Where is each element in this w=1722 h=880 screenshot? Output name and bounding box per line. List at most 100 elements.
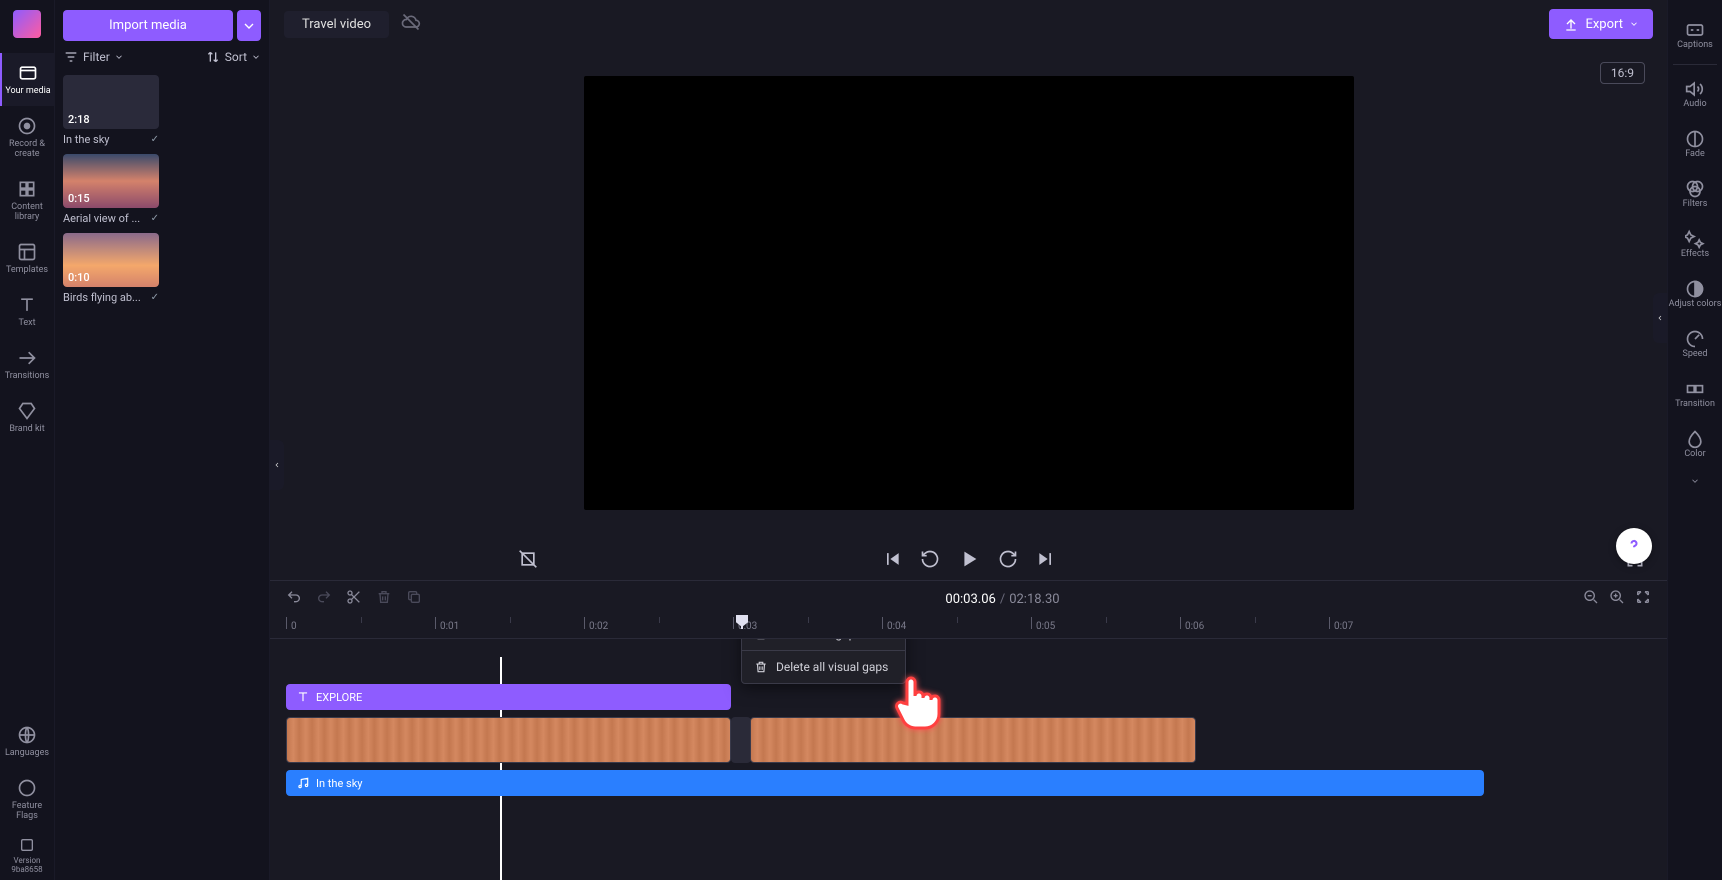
text-icon bbox=[296, 690, 310, 704]
forward-icon bbox=[998, 549, 1018, 569]
nav-text[interactable]: Text bbox=[0, 285, 54, 338]
prop-fade[interactable]: Fade bbox=[1668, 119, 1722, 169]
ruler-tick: 0 bbox=[286, 617, 297, 629]
zoom-out-icon bbox=[1583, 589, 1599, 605]
export-label: Export bbox=[1585, 17, 1623, 32]
prop-captions[interactable]: Captions bbox=[1668, 10, 1722, 60]
sort-button[interactable]: Sort bbox=[205, 49, 261, 65]
filter-icon bbox=[63, 49, 79, 65]
play-button[interactable] bbox=[958, 548, 980, 570]
prop-effects[interactable]: Effects bbox=[1668, 219, 1722, 269]
timeline-tracks[interactable]: EXPLORE In the sky Delete this gapDelete… bbox=[270, 639, 1667, 880]
music-icon bbox=[296, 776, 310, 790]
context-menu: Delete this gapDelete all visual gaps bbox=[741, 639, 906, 684]
video-track bbox=[270, 717, 1667, 763]
import-media-button[interactable]: Import media bbox=[63, 10, 233, 41]
prop-filters[interactable]: Filters bbox=[1668, 169, 1722, 219]
skip-forward-icon bbox=[1036, 549, 1056, 569]
ruler-tick: 0:02 bbox=[584, 617, 608, 629]
redo-button[interactable] bbox=[316, 589, 332, 609]
audio-clip[interactable]: In the sky bbox=[286, 770, 1484, 796]
media-icon bbox=[18, 63, 38, 83]
prop-label: Effects bbox=[1681, 249, 1709, 259]
crop-button[interactable] bbox=[518, 549, 538, 569]
nav-version[interactable]: Version 9ba8658 bbox=[0, 831, 54, 880]
prop-color[interactable]: Color bbox=[1668, 419, 1722, 469]
media-item[interactable]: 0:15 Aerial view of ... ✓ bbox=[63, 154, 159, 225]
ruler-tick: 0:07 bbox=[1329, 617, 1353, 629]
zoom-out-button[interactable] bbox=[1583, 589, 1599, 609]
filters-icon bbox=[1685, 179, 1705, 199]
nav-feature-flags[interactable]: Feature Flags bbox=[0, 768, 54, 831]
text-icon bbox=[17, 295, 37, 315]
media-item[interactable]: 2:18 In the sky ✓ bbox=[63, 75, 159, 146]
prop-audio[interactable]: Audio bbox=[1668, 69, 1722, 119]
prop-speed[interactable]: Speed bbox=[1668, 319, 1722, 369]
media-thumbnail[interactable]: 2:18 bbox=[63, 75, 159, 129]
media-panel-collapse[interactable] bbox=[270, 440, 284, 490]
text-track: EXPLORE bbox=[270, 684, 1667, 710]
center-area: Travel video Export 16:9 bbox=[270, 0, 1667, 880]
prop-transition[interactable]: Transition bbox=[1668, 369, 1722, 419]
media-panel: Import media Filter Sort 2:18 In the sky… bbox=[55, 0, 270, 880]
trash-icon bbox=[754, 660, 768, 674]
media-item[interactable]: 0:10 Birds flying ab... ✓ bbox=[63, 233, 159, 304]
text-clip-label: EXPLORE bbox=[316, 691, 362, 704]
check-icon: ✓ bbox=[151, 134, 159, 145]
prop-more[interactable] bbox=[1688, 471, 1702, 490]
chevron-down-icon bbox=[241, 18, 257, 34]
nav-content-library[interactable]: Content library bbox=[0, 169, 54, 232]
sort-label: Sort bbox=[225, 50, 247, 64]
export-button[interactable]: Export bbox=[1549, 9, 1653, 39]
filter-button[interactable]: Filter bbox=[63, 49, 124, 65]
project-name-input[interactable]: Travel video bbox=[284, 11, 389, 38]
media-thumbnail[interactable]: 0:10 bbox=[63, 233, 159, 287]
app-logo[interactable] bbox=[13, 10, 41, 38]
chevron-down-icon bbox=[114, 52, 124, 62]
split-button[interactable] bbox=[346, 589, 362, 609]
timeline-ruler[interactable]: 00:010:020:030:040:050:060:07 bbox=[270, 617, 1667, 639]
menu-delete-all-gaps[interactable]: Delete all visual gaps bbox=[742, 650, 905, 683]
prop-label: Audio bbox=[1683, 99, 1706, 109]
media-name: Aerial view of ... bbox=[63, 212, 140, 225]
filter-label: Filter bbox=[83, 50, 110, 64]
menu-delete-this-gap[interactable]: Delete this gap bbox=[742, 639, 905, 650]
nav-your-media[interactable]: Your media bbox=[0, 53, 54, 106]
nav-label: Languages bbox=[5, 748, 49, 758]
zoom-in-icon bbox=[1609, 589, 1625, 605]
gap-clip[interactable] bbox=[731, 717, 751, 763]
help-button[interactable] bbox=[1616, 528, 1652, 564]
import-dropdown-button[interactable] bbox=[237, 10, 261, 41]
nav-label: Version 9ba8658 bbox=[0, 856, 54, 874]
skip-forward-button[interactable] bbox=[1036, 549, 1056, 569]
captions-icon bbox=[1685, 20, 1705, 40]
nav-languages[interactable]: Languages bbox=[0, 715, 54, 768]
crop-icon bbox=[518, 549, 538, 569]
nav-record-create[interactable]: Record & create bbox=[0, 106, 54, 169]
media-thumbnail[interactable]: 0:15 bbox=[63, 154, 159, 208]
current-time: 00:03.06 bbox=[945, 592, 995, 607]
nav-brand-kit[interactable]: Brand kit bbox=[0, 391, 54, 444]
delete-button[interactable] bbox=[376, 589, 392, 609]
video-clip-2[interactable] bbox=[750, 717, 1196, 763]
forward-5-button[interactable] bbox=[998, 549, 1018, 569]
nav-transitions[interactable]: Transitions bbox=[0, 338, 54, 391]
text-clip[interactable]: EXPLORE bbox=[286, 684, 731, 710]
video-clip-1[interactable] bbox=[286, 717, 731, 763]
video-preview[interactable] bbox=[584, 76, 1354, 510]
fit-timeline-button[interactable] bbox=[1635, 589, 1651, 609]
media-name: Birds flying ab... bbox=[63, 291, 141, 304]
playback-controls bbox=[270, 538, 1667, 580]
aspect-ratio-button[interactable]: 16:9 bbox=[1600, 62, 1645, 84]
skip-back-button[interactable] bbox=[882, 549, 902, 569]
prop-adjust-colors[interactable]: Adjust colors bbox=[1668, 269, 1722, 319]
rewind-5-button[interactable] bbox=[920, 549, 940, 569]
undo-button[interactable] bbox=[286, 589, 302, 609]
duplicate-button[interactable] bbox=[406, 589, 422, 609]
nav-templates[interactable]: Templates bbox=[0, 232, 54, 285]
cloud-sync-icon[interactable] bbox=[401, 12, 421, 36]
zoom-in-button[interactable] bbox=[1609, 589, 1625, 609]
color-icon bbox=[1685, 429, 1705, 449]
right-panel-collapse[interactable] bbox=[1653, 293, 1667, 343]
check-icon: ✓ bbox=[151, 292, 159, 303]
